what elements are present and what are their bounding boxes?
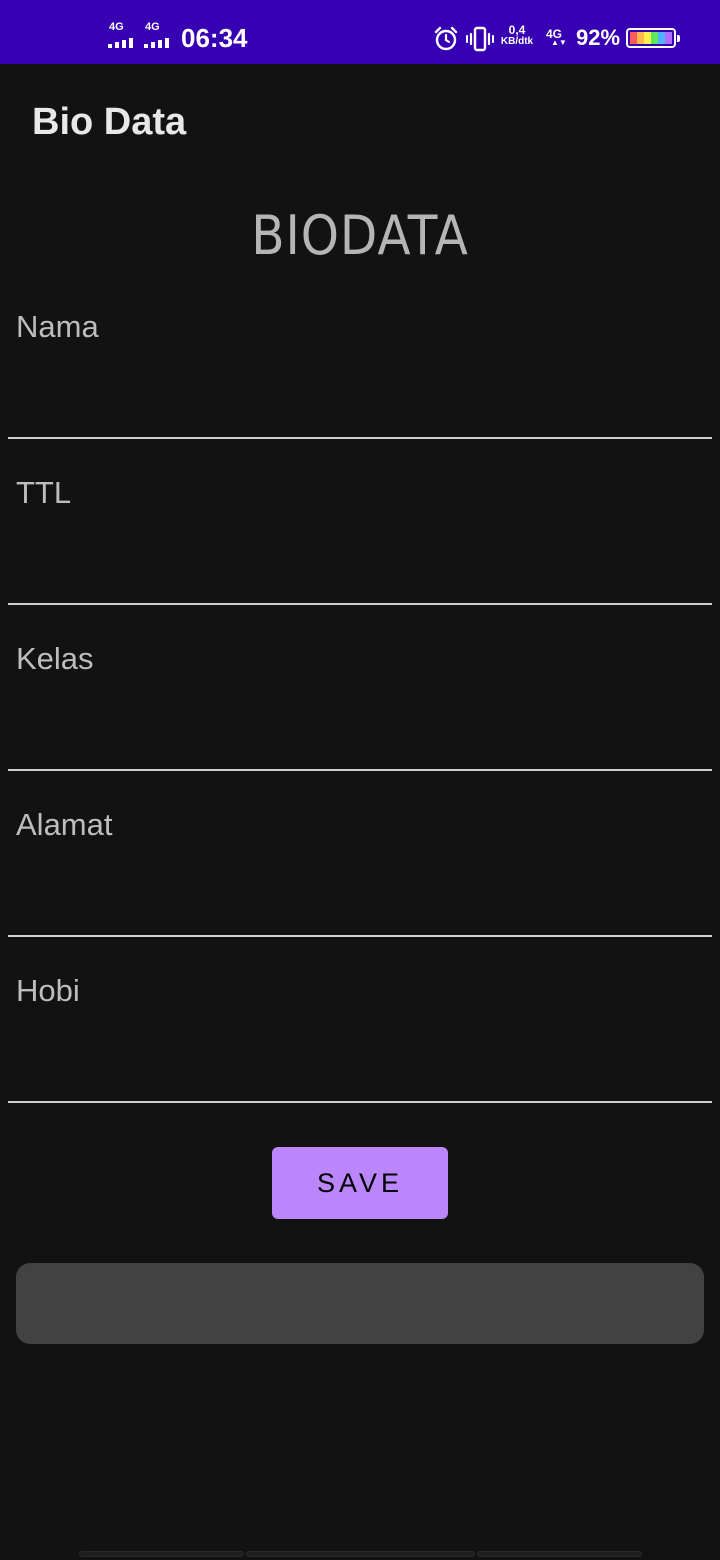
network-speed-unit: KB/dtk <box>500 36 534 47</box>
status-bar: 4G 4G 06:34 0,4 KB/dtk 4G ▲▼ 92% <box>0 0 720 64</box>
battery-segment <box>658 32 665 44</box>
hobi-input[interactable] <box>8 973 712 1101</box>
battery-percent: 92% <box>576 25 621 50</box>
alarm-icon <box>434 26 458 51</box>
nama-field[interactable]: Nama <box>8 309 712 439</box>
battery-segment <box>630 32 637 44</box>
network-speed: 0,4 KB/dtk <box>496 23 538 47</box>
alamat-field[interactable]: Alamat <box>8 807 712 937</box>
sim2-network-type: 4G <box>145 21 160 33</box>
kelas-input[interactable] <box>8 641 712 769</box>
nama-input[interactable] <box>8 309 712 437</box>
ttl-field[interactable]: TTL <box>8 475 712 605</box>
save-button[interactable]: SAVE <box>272 1147 448 1219</box>
output-text-box <box>16 1263 704 1344</box>
network-speed-value: 0,4 <box>508 23 526 37</box>
app-bar-title: Bio Data <box>32 101 187 143</box>
data-activity-arrows: ▲▼ <box>551 38 567 47</box>
page-heading: BIODATA <box>251 204 469 267</box>
nav-hint-center <box>246 1551 475 1557</box>
hobi-field[interactable]: Hobi <box>8 973 712 1103</box>
sim1-network-type: 4G <box>109 21 124 33</box>
nav-hint-right <box>477 1551 642 1557</box>
status-time: 06:34 <box>181 23 248 53</box>
battery-segment <box>644 32 651 44</box>
nav-hint-left <box>79 1551 244 1557</box>
vibrate-icon <box>466 26 494 52</box>
ttl-input[interactable] <box>8 475 712 603</box>
alamat-input[interactable] <box>8 807 712 935</box>
mobile-data-icon: 4G ▲▼ <box>546 25 568 51</box>
battery-segment <box>665 32 672 44</box>
kelas-field[interactable]: Kelas <box>8 641 712 771</box>
battery-icon <box>626 28 680 48</box>
battery-segment <box>637 32 644 44</box>
battery-segment <box>651 32 658 44</box>
